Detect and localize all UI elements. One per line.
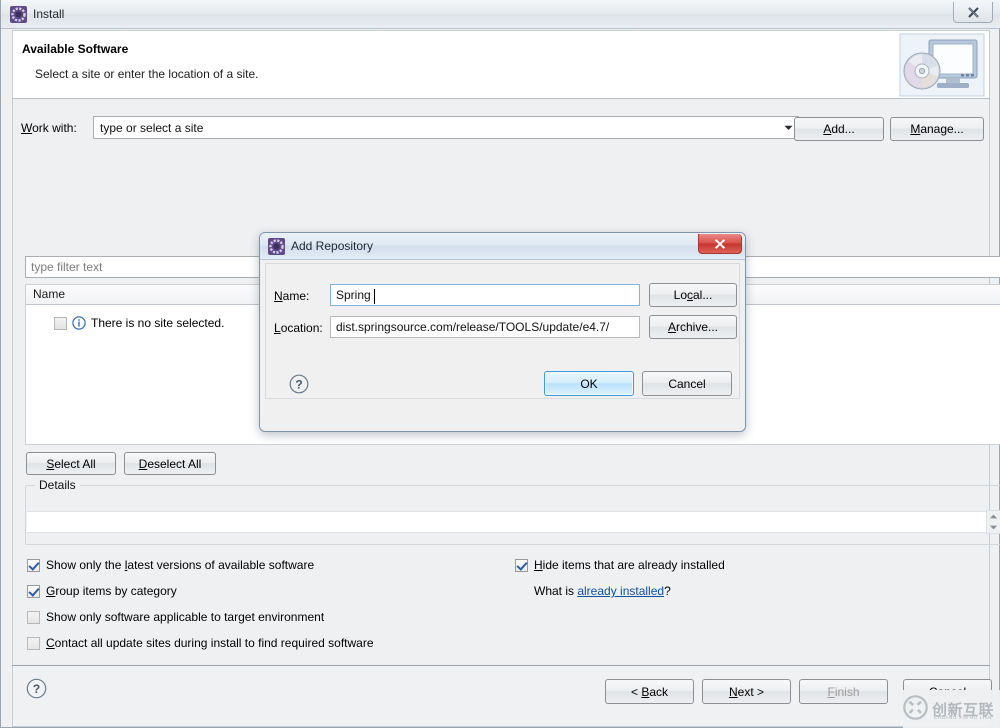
eclipse-icon bbox=[10, 6, 27, 23]
manage-sites-button[interactable]: Manage... bbox=[890, 117, 984, 141]
location-input-value: dist.springsource.com/release/TOOLS/upda… bbox=[336, 320, 610, 334]
finish-button: Finish bbox=[799, 679, 888, 704]
name-label: Name: bbox=[274, 289, 310, 303]
close-icon bbox=[967, 6, 979, 18]
dialog-content: Name: Spring Location: dist.springsource… bbox=[265, 263, 740, 399]
window-title: Install bbox=[33, 7, 65, 21]
dialog-cancel-button[interactable]: Cancel bbox=[642, 371, 732, 396]
details-text bbox=[27, 511, 1000, 533]
column-header-extra[interactable] bbox=[720, 285, 1000, 304]
what-is-prefix: What is bbox=[534, 584, 578, 598]
archive-button[interactable]: Archive... bbox=[649, 315, 737, 339]
what-is-already-installed: What is already installed? bbox=[534, 584, 671, 598]
checkbox-label: Group items by category bbox=[46, 584, 177, 598]
row-checkbox[interactable] bbox=[54, 316, 67, 330]
checkbox-label: Contact all update sites during install … bbox=[46, 636, 374, 650]
wizard-banner: Available Software Select a site or ente… bbox=[12, 30, 990, 98]
filter-placeholder: type filter text bbox=[31, 260, 103, 274]
work-with-combo[interactable]: type or select a site bbox=[93, 116, 799, 139]
add-repository-dialog: Add Repository Name: Spring Location: di… bbox=[259, 232, 746, 432]
details-scrollbar[interactable] bbox=[986, 510, 1000, 534]
scroll-up-icon bbox=[989, 514, 998, 519]
dialog-title: Add Repository bbox=[291, 239, 374, 253]
name-input[interactable]: Spring bbox=[330, 284, 640, 306]
checkbox-box[interactable] bbox=[27, 610, 40, 624]
details-legend: Details bbox=[35, 478, 80, 492]
page-subtitle: Select a site or enter the location of a… bbox=[35, 67, 259, 81]
scroll-down-icon bbox=[989, 525, 998, 530]
wizard-button-bar: ? < Back Next > Finish Cancel bbox=[12, 666, 992, 727]
checkbox-show-only-latest-versions[interactable]: Show only the latest versions of availab… bbox=[27, 558, 314, 572]
svg-text:?: ? bbox=[33, 682, 40, 696]
checkbox-label: Show only the latest versions of availab… bbox=[46, 558, 315, 572]
close-icon bbox=[714, 238, 726, 249]
help-icon[interactable]: ? bbox=[26, 678, 47, 699]
checkbox-contact-all-update-sites[interactable]: Contact all update sites during install … bbox=[27, 636, 374, 650]
name-input-value: Spring bbox=[336, 288, 371, 302]
cancel-button[interactable]: Cancel bbox=[903, 679, 992, 704]
ok-button[interactable]: OK bbox=[544, 371, 634, 396]
window-title-bar: Install bbox=[1, 0, 1000, 29]
checkbox-show-only-applicable-software[interactable]: Show only software applicable to target … bbox=[27, 610, 324, 624]
install-wizard-window: Install Available Software Select a site… bbox=[0, 0, 1000, 728]
eclipse-icon bbox=[268, 238, 285, 255]
help-icon[interactable]: ? bbox=[289, 374, 309, 394]
work-with-label: Work with: bbox=[21, 121, 77, 135]
checkbox-label: Hide items that are already installed bbox=[534, 558, 725, 572]
details-group: Details bbox=[25, 478, 1000, 545]
row-name-label: There is no site selected. bbox=[91, 316, 225, 330]
select-all-button[interactable]: Select All bbox=[26, 452, 116, 475]
location-input[interactable]: dist.springsource.com/release/TOOLS/upda… bbox=[330, 316, 640, 338]
text-caret bbox=[374, 289, 375, 304]
checkbox-label: Show only software applicable to target … bbox=[46, 610, 325, 624]
page-title: Available Software bbox=[22, 42, 129, 56]
table-row[interactable]: There is no site selected. bbox=[54, 314, 224, 332]
checkbox-box[interactable] bbox=[27, 584, 40, 598]
checkbox-box[interactable] bbox=[27, 636, 40, 650]
local-button[interactable]: Local... bbox=[649, 283, 737, 307]
dialog-title-bar: Add Repository bbox=[260, 233, 745, 260]
location-label: Location: bbox=[274, 321, 323, 335]
install-monitor-disc-icon bbox=[899, 33, 985, 97]
next-button[interactable]: Next > bbox=[702, 679, 791, 704]
window-close-button[interactable] bbox=[953, 2, 993, 23]
add-repository-button[interactable]: Add... bbox=[794, 117, 884, 141]
what-is-suffix: ? bbox=[664, 584, 671, 598]
checkbox-box[interactable] bbox=[515, 558, 528, 572]
already-installed-link[interactable]: already installed bbox=[577, 584, 664, 598]
checkbox-group-items-by-category[interactable]: Group items by category bbox=[27, 584, 177, 598]
info-icon bbox=[72, 316, 86, 330]
dialog-close-button[interactable] bbox=[698, 234, 742, 254]
work-with-value: type or select a site bbox=[100, 121, 204, 135]
deselect-all-button[interactable]: Deselect All bbox=[124, 452, 216, 475]
checkbox-box[interactable] bbox=[27, 558, 40, 572]
checkbox-hide-already-installed[interactable]: Hide items that are already installed bbox=[515, 558, 725, 572]
back-button[interactable]: < Back bbox=[605, 679, 694, 704]
svg-text:?: ? bbox=[295, 378, 302, 392]
